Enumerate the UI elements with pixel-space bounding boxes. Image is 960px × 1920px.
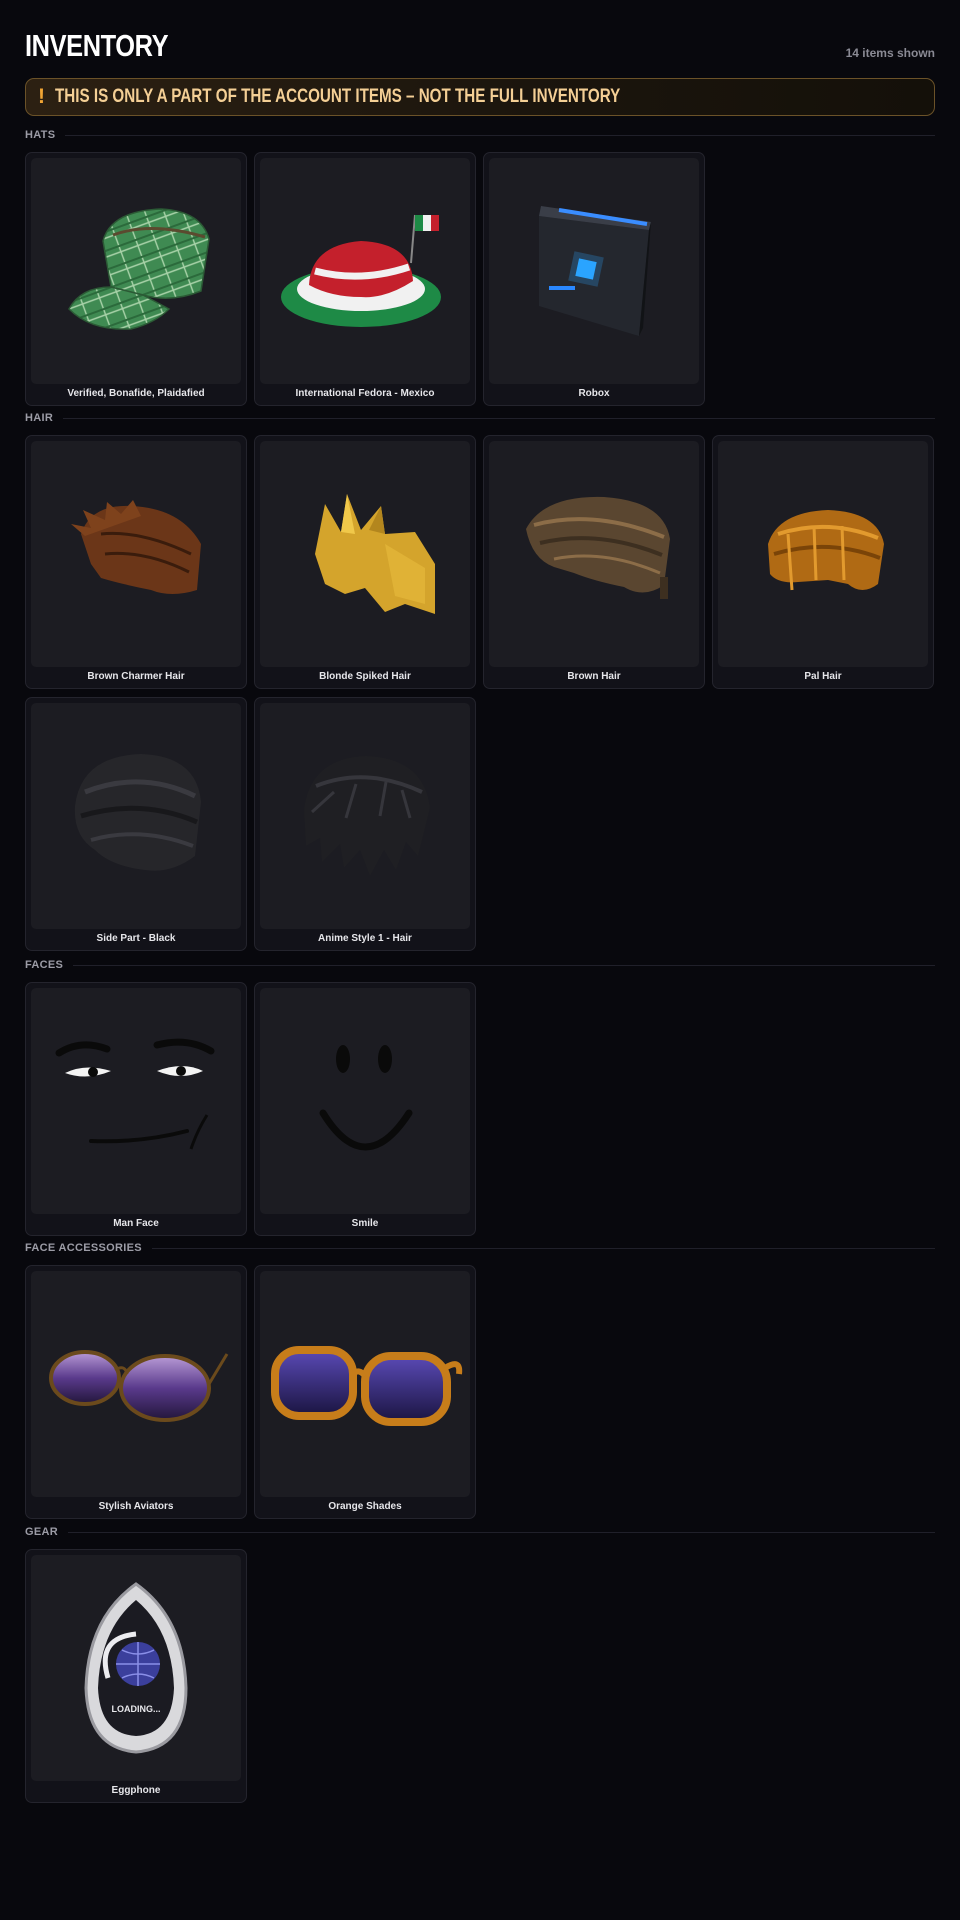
item-thumbnail: [31, 158, 241, 384]
man-face-icon: [55, 1038, 215, 1150]
item-name: Brown Hair: [567, 671, 621, 682]
item-name: Verified, Bonafide, Plaidafied: [67, 388, 205, 399]
item-thumbnail: [31, 441, 241, 667]
section-divider: [73, 964, 935, 966]
anime-hair-icon: [304, 756, 430, 876]
item-thumbnail: [260, 988, 470, 1214]
item-thumbnail: [31, 988, 241, 1214]
item-thumbnail: [260, 1271, 470, 1497]
plaid-cap-icon: [68, 208, 210, 330]
item-card[interactable]: Side Part - Black: [25, 697, 247, 951]
orange-shades-icon: [271, 1346, 463, 1426]
section-label: GEAR: [25, 1526, 58, 1538]
warning-banner: ! THIS IS ONLY A PART OF THE ACCOUNT ITE…: [25, 78, 935, 116]
item-name: Stylish Aviators: [98, 1501, 174, 1512]
item-card[interactable]: Robox: [483, 152, 705, 406]
items-count: 14 items shown: [845, 46, 935, 60]
mexico-fedora-icon: [281, 214, 441, 327]
page-header: INVENTORY 14 items shown: [25, 0, 935, 78]
item-thumbnail: [489, 441, 699, 667]
item-name: Blonde Spiked Hair: [319, 671, 411, 682]
eggphone-icon: LOADING...: [84, 1582, 188, 1754]
section-label: FACE ACCESSORIES: [25, 1242, 142, 1254]
item-name: Pal Hair: [804, 671, 842, 682]
item-card[interactable]: Smile: [254, 982, 476, 1236]
item-thumbnail: [260, 703, 470, 929]
inventory-page: INVENTORY 14 items shown ! THIS IS ONLY …: [25, 0, 935, 1803]
item-card[interactable]: Pal Hair: [712, 435, 934, 689]
item-name: Eggphone: [111, 1785, 161, 1796]
section-divider: [151, 1247, 935, 1249]
item-name: Side Part - Black: [96, 933, 176, 944]
brown-charmer-hair-icon: [71, 500, 201, 594]
section-face-accessories: FACE ACCESSORIES Stylish Aviators Orange…: [25, 1241, 935, 1519]
section-faces: FACES Man Face Smile: [25, 958, 935, 1236]
pal-hair-icon: [768, 510, 884, 591]
aviators-icon: [49, 1350, 229, 1422]
section-header: FACES: [25, 958, 935, 972]
item-card[interactable]: Brown Charmer Hair: [25, 435, 247, 689]
robox-icon: [539, 206, 651, 336]
section-divider: [65, 134, 935, 136]
warning-text: THIS IS ONLY A PART OF THE ACCOUNT ITEMS…: [55, 86, 621, 107]
warning-icon: !: [38, 85, 45, 108]
eggphone-screen-text: LOADING...: [112, 1704, 161, 1714]
item-thumbnail: [260, 158, 470, 384]
item-name: Smile: [351, 1218, 379, 1229]
blonde-spiked-hair-icon: [315, 494, 435, 614]
page-title: INVENTORY: [25, 28, 169, 63]
section-hats: HATS Verified, Bonafide, Plaidafied Inte…: [25, 128, 935, 406]
item-card[interactable]: Anime Style 1 - Hair: [254, 697, 476, 951]
item-name: Man Face: [113, 1218, 159, 1229]
section-label: FACES: [25, 959, 64, 971]
item-card[interactable]: Brown Hair: [483, 435, 705, 689]
item-thumbnail: [260, 441, 470, 667]
section-header: FACE ACCESSORIES: [25, 1241, 935, 1255]
section-header: GEAR: [25, 1525, 935, 1539]
item-card[interactable]: Blonde Spiked Hair: [254, 435, 476, 689]
item-card[interactable]: Stylish Aviators: [25, 1265, 247, 1519]
section-hair: HAIR Brown Charmer Hair Blonde Spiked Ha…: [25, 411, 935, 951]
item-card[interactable]: LOADING... Eggphone: [25, 1549, 247, 1803]
item-thumbnail: [31, 703, 241, 929]
side-part-hair-icon: [74, 754, 201, 871]
item-card[interactable]: International Fedora - Mexico: [254, 152, 476, 406]
item-card[interactable]: Man Face: [25, 982, 247, 1236]
item-thumbnail: [489, 158, 699, 384]
brown-hair-icon: [526, 496, 670, 599]
item-thumbnail: [718, 441, 928, 667]
item-name: Brown Charmer Hair: [87, 671, 185, 682]
section-divider: [67, 1531, 935, 1533]
section-header: HAIR: [25, 411, 935, 425]
item-thumbnail: LOADING...: [31, 1555, 241, 1781]
item-name: International Fedora - Mexico: [295, 388, 435, 399]
section-header: HATS: [25, 128, 935, 142]
section-gear: GEAR LOADING... Eggphone: [25, 1525, 935, 1803]
section-divider: [63, 417, 935, 419]
section-label: HATS: [25, 129, 56, 141]
item-name: Robox: [578, 388, 610, 399]
item-card[interactable]: Orange Shades: [254, 1265, 476, 1519]
section-label: HAIR: [25, 412, 54, 424]
item-name: Anime Style 1 - Hair: [318, 933, 412, 944]
item-thumbnail: [31, 1271, 241, 1497]
smile-face-icon: [319, 1045, 413, 1151]
item-card[interactable]: Verified, Bonafide, Plaidafied: [25, 152, 247, 406]
item-name: Orange Shades: [328, 1501, 402, 1512]
